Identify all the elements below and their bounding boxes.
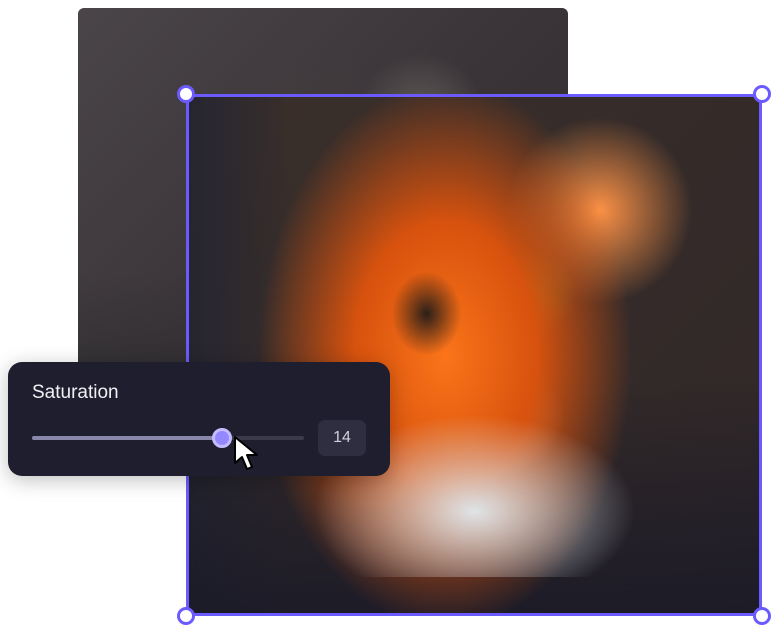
selected-image-frame[interactable] [186, 94, 762, 616]
resize-handle-top-left[interactable] [177, 85, 195, 103]
foreground-image-layer[interactable] [186, 94, 762, 616]
resize-handle-bottom-right[interactable] [753, 607, 771, 625]
slider-row: 14 [32, 420, 366, 456]
slider-value-display: 14 [318, 420, 366, 456]
saturation-slider[interactable] [32, 428, 304, 448]
resize-handle-top-right[interactable] [753, 85, 771, 103]
adjustment-label: Saturation [32, 382, 366, 404]
editor-canvas: Saturation 14 [0, 0, 784, 632]
adjustment-panel: Saturation 14 [8, 362, 390, 476]
slider-thumb[interactable] [212, 428, 232, 448]
resize-handle-bottom-left[interactable] [177, 607, 195, 625]
slider-fill [32, 436, 222, 440]
